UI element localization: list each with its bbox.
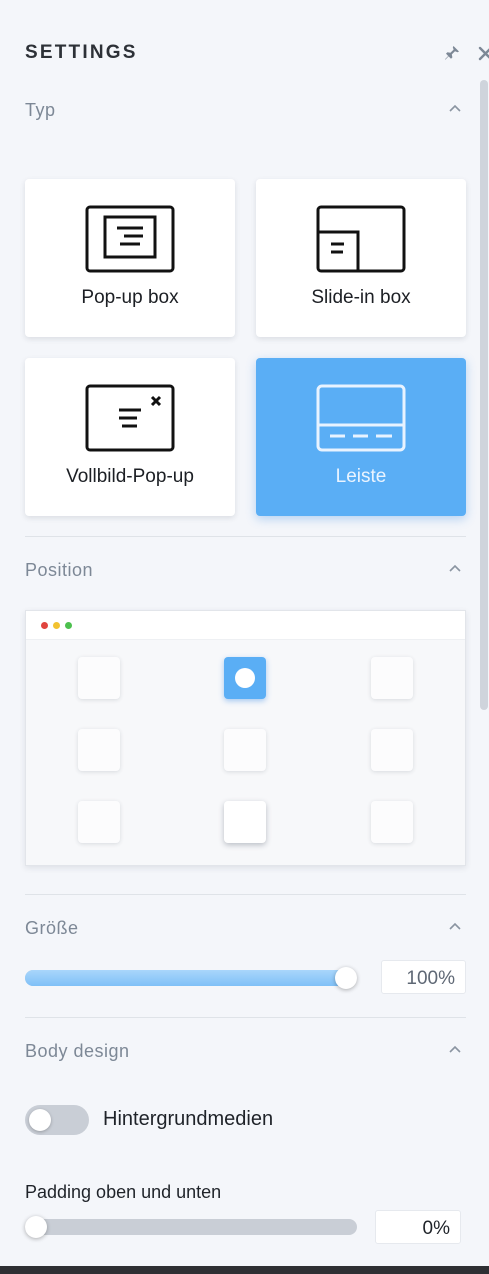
close-icon[interactable]: [477, 44, 489, 62]
fullscreen-popup-icon: [85, 384, 175, 452]
type-card-label: Pop-up box: [81, 287, 179, 308]
background-media-label: Hintergrundmedien: [103, 1108, 274, 1130]
section-title-groesse: Größe: [25, 918, 79, 938]
size-slider-thumb[interactable]: [335, 967, 357, 989]
window-bottom-edge: [0, 1266, 489, 1274]
type-card-bar[interactable]: Leiste: [256, 358, 466, 516]
window-dot-yellow: [53, 622, 60, 629]
pin-icon[interactable]: [443, 44, 461, 62]
chevron-up-icon[interactable]: [448, 562, 462, 576]
section-title-position: Position: [25, 560, 94, 580]
section-title-body-design: Body design: [25, 1041, 130, 1061]
size-slider[interactable]: [25, 970, 357, 986]
type-card-slide-in-box[interactable]: Slide-in box: [256, 179, 466, 337]
chevron-up-icon[interactable]: [448, 102, 462, 116]
size-slider-fill: [25, 970, 346, 986]
background-media-toggle[interactable]: [25, 1105, 89, 1135]
padding-slider[interactable]: [25, 1219, 357, 1235]
position-top-left[interactable]: [78, 657, 120, 699]
window-titlebar: [26, 611, 465, 640]
settings-panel: SETTINGS Typ Pop-up box Slide-in box Vol…: [0, 0, 489, 1274]
position-top-center[interactable]: [224, 657, 266, 699]
padding-label: Padding oben und unten: [25, 1182, 222, 1202]
section-title-typ: Typ: [25, 100, 56, 120]
position-middle-center[interactable]: [224, 729, 266, 771]
window-dot-green: [65, 622, 72, 629]
size-value-field[interactable]: 100%: [381, 960, 466, 994]
panel-title: SETTINGS: [25, 42, 138, 63]
type-card-popup-box[interactable]: Pop-up box: [25, 179, 235, 337]
section-divider: [25, 1017, 466, 1018]
section-divider: [25, 536, 466, 537]
position-bottom-center[interactable]: [224, 801, 266, 843]
toggle-knob: [29, 1109, 51, 1131]
section-header-body-design[interactable]: Body design: [25, 1041, 466, 1065]
selected-dot: [235, 668, 255, 688]
padding-slider-thumb[interactable]: [25, 1216, 47, 1238]
position-bottom-right[interactable]: [371, 801, 413, 843]
type-card-fullscreen-popup[interactable]: Vollbild-Pop-up: [25, 358, 235, 516]
section-header-groesse[interactable]: Größe: [25, 918, 466, 942]
panel-scrollbar[interactable]: [480, 80, 488, 710]
section-divider: [25, 894, 466, 895]
bar-icon: [316, 384, 406, 452]
position-middle-left[interactable]: [78, 729, 120, 771]
type-card-label: Vollbild-Pop-up: [66, 466, 194, 487]
slide-in-box-icon: [316, 205, 406, 273]
position-top-right[interactable]: [371, 657, 413, 699]
type-card-label: Leiste: [335, 466, 387, 487]
settings-header: SETTINGS: [25, 40, 489, 66]
position-picker: [25, 610, 466, 866]
section-header-typ[interactable]: Typ: [25, 100, 466, 124]
chevron-up-icon[interactable]: [448, 1043, 462, 1057]
type-card-label: Slide-in box: [311, 287, 411, 308]
position-middle-right[interactable]: [371, 729, 413, 771]
padding-value-field[interactable]: 0%: [375, 1210, 461, 1244]
chevron-up-icon[interactable]: [448, 920, 462, 934]
position-bottom-left[interactable]: [78, 801, 120, 843]
window-dot-red: [41, 622, 48, 629]
popup-box-icon: [85, 205, 175, 273]
section-header-position[interactable]: Position: [25, 560, 466, 584]
